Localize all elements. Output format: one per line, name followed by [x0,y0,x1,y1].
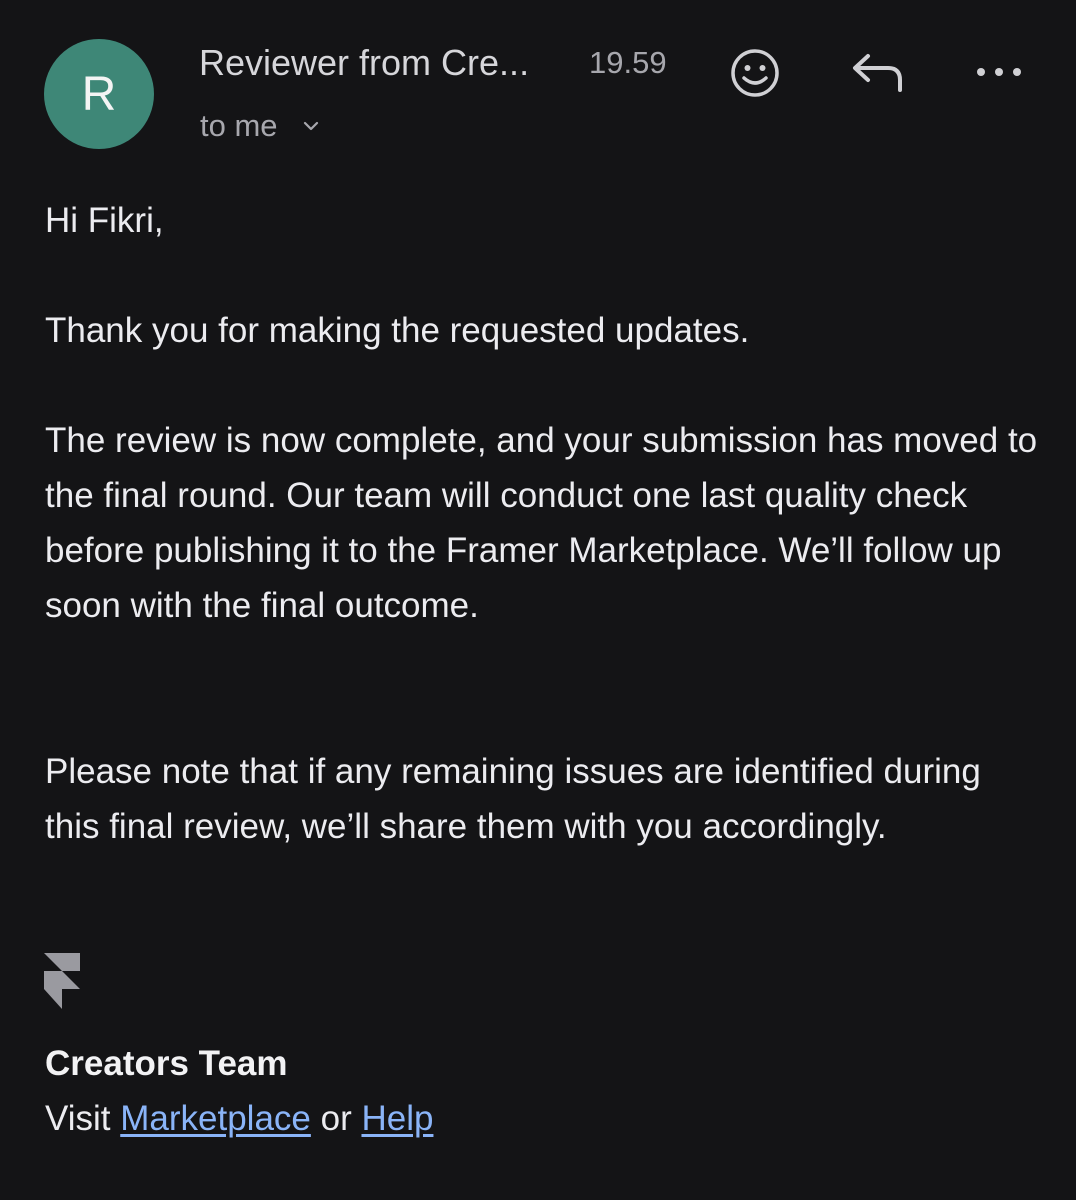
signature-links: Visit Marketplace or Help [45,1091,433,1146]
reply-arrow-icon[interactable] [850,52,906,94]
emoji-smiley-icon[interactable] [728,46,782,100]
visit-label: Visit [45,1099,111,1138]
sender-name[interactable]: Reviewer from Cre... [199,41,529,85]
avatar-letter: R [81,67,117,121]
email-time: 19.59 [589,45,667,80]
signature-team: Creators Team [45,1044,288,1083]
recipient-label: to me [200,108,278,143]
more-dots-icon[interactable] [974,62,1024,82]
chevron-down-icon[interactable] [300,115,322,137]
body-paragraph-1: Thank you for making the requested updat… [45,311,750,350]
greeting: Hi Fikri, [45,201,164,240]
sender-avatar[interactable]: R [44,39,154,149]
or-label: or [320,1099,352,1138]
help-link[interactable]: Help [361,1099,433,1138]
framer-logo-icon [44,953,80,1009]
marketplace-link[interactable]: Marketplace [120,1099,311,1138]
body-paragraph-3: Please note that if any remaining issues… [45,752,981,846]
body-paragraph-2: The review is now complete, and your sub… [45,421,1038,625]
recipient-row[interactable]: to me [200,106,322,146]
